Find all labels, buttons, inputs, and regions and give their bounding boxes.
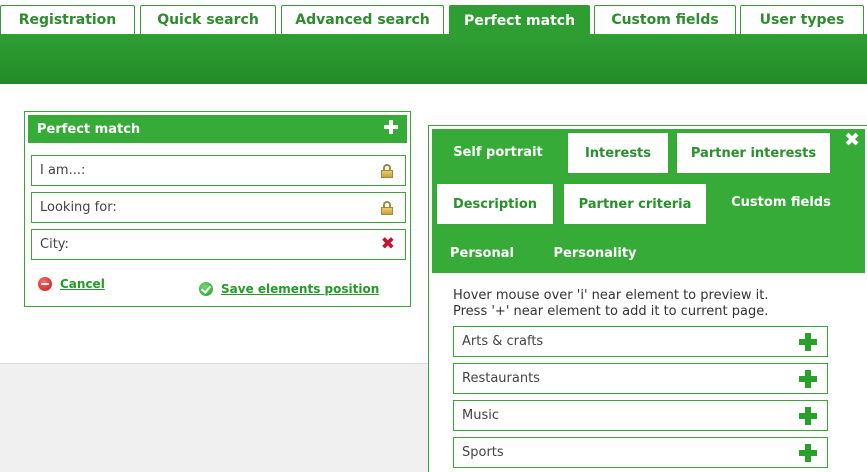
field-label: Looking for: [40,200,117,215]
field-label: City: [40,237,69,252]
cancel-button[interactable]: Cancel [38,277,105,291]
tab-personality[interactable]: Personality [542,232,648,274]
tab-advanced-search[interactable]: Advanced search [281,5,444,34]
tab-perfect-match[interactable]: Perfect match [449,5,590,35]
panel-title: Perfect match [37,121,141,137]
hint-line-2: Press '+' near element to add it to curr… [453,304,769,319]
top-tab-bar: Registration Quick search Advanced searc… [0,0,867,35]
header-band [0,34,867,84]
element-item-music: Music [453,400,828,431]
perfect-match-panel: Perfect match I am...: Looking for: City… [24,111,411,307]
tab-interests[interactable]: Interests [567,132,669,174]
tab-custom-fields[interactable]: Custom fields [594,5,736,34]
element-item-restaurants: Restaurants [453,363,828,394]
tab-personal[interactable]: Personal [436,232,528,274]
add-icon[interactable] [799,444,817,462]
remove-icon[interactable]: ✖ [381,236,395,253]
close-icon[interactable]: ✖ [844,129,860,151]
save-position-button[interactable]: Save elements position [199,282,379,296]
element-label: Sports [462,445,504,460]
tab-quick-search[interactable]: Quick search [140,5,276,34]
tab-self-portrait[interactable]: Self portrait [436,131,560,173]
field-city[interactable]: City: ✖ [31,229,406,260]
tab-partner-criteria[interactable]: Partner criteria [563,183,707,225]
tab-partner-interests[interactable]: Partner interests [676,132,831,174]
element-label: Arts & crafts [462,334,544,349]
add-element-icon[interactable] [384,120,398,134]
check-icon [199,282,213,296]
lock-icon [381,164,393,178]
tab-registration[interactable]: Registration [0,5,135,34]
add-icon[interactable] [799,333,817,351]
field-looking-for[interactable]: Looking for: [31,192,406,223]
element-label: Restaurants [462,371,540,386]
hint-line-1: Hover mouse over 'i' near element to pre… [453,288,769,303]
lock-icon [381,201,393,215]
cancel-icon [38,277,52,291]
add-icon[interactable] [799,370,817,388]
element-label: Music [462,408,499,423]
tab-description[interactable]: Description [436,183,554,225]
element-item-sports: Sports [453,437,828,468]
field-i-am[interactable]: I am...: [31,155,406,186]
save-label[interactable]: Save elements position [221,282,379,296]
element-item-arts-crafts: Arts & crafts [453,326,828,357]
tab-user-types[interactable]: User types [740,5,864,34]
elements-panel: ✖ Self portrait Interests Partner intere… [428,125,867,472]
tab-custom-fields-active[interactable]: Custom fields [712,181,850,223]
add-icon[interactable] [799,407,817,425]
field-label: I am...: [40,163,86,178]
instructions: Hover mouse over 'i' near element to pre… [453,288,769,320]
elements-tab-area: ✖ Self portrait Interests Partner intere… [432,129,865,273]
cancel-label[interactable]: Cancel [60,277,105,291]
panel-header: Perfect match [28,115,407,143]
